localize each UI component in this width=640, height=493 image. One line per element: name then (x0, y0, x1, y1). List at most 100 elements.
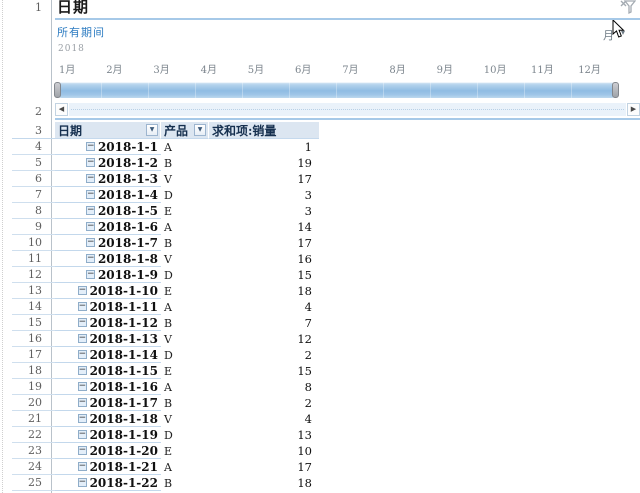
collapse-minus-icon[interactable]: − (77, 398, 87, 407)
collapse-minus-icon[interactable]: − (77, 286, 87, 295)
table-row[interactable]: − 2018-1-17 B 2 (12, 395, 319, 411)
collapse-minus-icon[interactable]: − (85, 270, 95, 279)
date-cell[interactable]: − 2018-1-20 (55, 443, 161, 459)
month-label[interactable]: 12月 (578, 61, 601, 76)
date-cell[interactable]: − 2018-1-9 (55, 267, 161, 283)
product-cell[interactable]: E (161, 283, 209, 299)
month-label[interactable]: 1月 (59, 61, 75, 76)
month-label[interactable]: 10月 (484, 61, 507, 76)
table-row[interactable]: − 2018-1-5 E 3 (12, 203, 319, 219)
product-cell[interactable]: D (161, 187, 209, 203)
product-cell[interactable]: B (161, 315, 209, 331)
date-cell[interactable]: − 2018-1-22 (55, 475, 161, 491)
table-row[interactable]: − 2018-1-10 E 18 (12, 283, 319, 299)
table-row[interactable]: − 2018-1-6 A 14 (12, 219, 319, 235)
date-cell[interactable]: − 2018-1-3 (55, 171, 161, 187)
date-cell[interactable]: − 2018-1-21 (55, 459, 161, 475)
filter-dropdown-icon[interactable]: ▼ (194, 124, 206, 136)
month-label[interactable]: 2月 (106, 61, 122, 76)
date-cell[interactable]: − 2018-1-11 (55, 299, 161, 315)
collapse-minus-icon[interactable]: − (77, 350, 87, 359)
collapse-minus-icon[interactable]: − (85, 190, 95, 199)
date-cell[interactable]: − 2018-1-6 (55, 219, 161, 235)
date-cell[interactable]: − 2018-1-5 (55, 203, 161, 219)
table-row[interactable]: − 2018-1-19 D 13 (12, 427, 319, 443)
date-cell[interactable]: − 2018-1-15 (55, 363, 161, 379)
collapse-minus-icon[interactable]: − (77, 302, 87, 311)
row-number[interactable]: 2 (0, 105, 42, 119)
product-cell[interactable]: V (161, 171, 209, 187)
table-row[interactable]: − 2018-1-20 E 10 (12, 443, 319, 459)
month-label[interactable]: 6月 (295, 61, 311, 76)
table-row[interactable]: − 2018-1-4 D 3 (12, 187, 319, 203)
month-label[interactable]: 8月 (389, 61, 405, 76)
product-cell[interactable]: A (161, 139, 209, 155)
table-row[interactable]: − 2018-1-8 V 16 (12, 251, 319, 267)
product-cell[interactable]: E (161, 203, 209, 219)
collapse-minus-icon[interactable]: − (85, 222, 95, 231)
clear-filter-icon[interactable] (620, 0, 636, 15)
date-cell[interactable]: − 2018-1-10 (55, 283, 161, 299)
collapse-minus-icon[interactable]: − (77, 382, 87, 391)
table-row[interactable]: − 2018-1-1 A 1 (12, 139, 319, 155)
product-cell[interactable]: D (161, 427, 209, 443)
collapse-minus-icon[interactable]: − (85, 158, 95, 167)
month-label[interactable]: 3月 (153, 61, 169, 76)
scroll-right-button[interactable]: ▶ (627, 103, 640, 116)
date-cell[interactable]: − 2018-1-7 (55, 235, 161, 251)
collapse-minus-icon[interactable]: − (85, 238, 95, 247)
scroll-left-button[interactable]: ◀ (55, 103, 68, 116)
collapse-minus-icon[interactable]: − (77, 366, 87, 375)
collapse-minus-icon[interactable]: − (77, 478, 87, 487)
table-row[interactable]: − 2018-1-9 D 15 (12, 267, 319, 283)
collapse-minus-icon[interactable]: − (85, 174, 95, 183)
table-row[interactable]: − 2018-1-14 D 2 (12, 347, 319, 363)
product-cell[interactable]: A (161, 299, 209, 315)
product-cell[interactable]: B (161, 395, 209, 411)
scrollbar-track[interactable] (69, 103, 626, 116)
product-cell[interactable]: B (161, 235, 209, 251)
table-row[interactable]: − 2018-1-11 A 4 (12, 299, 319, 315)
timeline-selection-bar[interactable] (54, 82, 619, 98)
product-cell[interactable]: A (161, 379, 209, 395)
collapse-minus-icon[interactable]: − (85, 206, 95, 215)
collapse-minus-icon[interactable]: − (77, 414, 87, 423)
date-cell[interactable]: − 2018-1-19 (55, 427, 161, 443)
product-cell[interactable]: E (161, 363, 209, 379)
collapse-minus-icon[interactable]: − (77, 334, 87, 343)
table-row[interactable]: − 2018-1-18 V 4 (12, 411, 319, 427)
filter-dropdown-icon[interactable]: ▼ (146, 124, 158, 136)
date-cell[interactable]: − 2018-1-17 (55, 395, 161, 411)
table-row[interactable]: − 2018-1-2 B 19 (12, 155, 319, 171)
table-row[interactable]: − 2018-1-21 A 17 (12, 459, 319, 475)
collapse-minus-icon[interactable]: − (77, 446, 87, 455)
collapse-minus-icon[interactable]: − (85, 142, 95, 151)
date-cell[interactable]: − 2018-1-18 (55, 411, 161, 427)
product-cell[interactable]: V (161, 251, 209, 267)
month-label[interactable]: 7月 (342, 61, 358, 76)
month-label[interactable]: 11月 (531, 61, 554, 76)
product-cell[interactable]: B (161, 155, 209, 171)
timeline-scrollbar[interactable]: ◀ ▶ (55, 103, 640, 116)
table-row[interactable]: − 2018-1-12 B 7 (12, 315, 319, 331)
collapse-minus-icon[interactable]: − (85, 254, 95, 263)
table-row[interactable]: − 2018-1-16 A 8 (12, 379, 319, 395)
date-cell[interactable]: − 2018-1-12 (55, 315, 161, 331)
date-cell[interactable]: − 2018-1-4 (55, 187, 161, 203)
selection-left-handle[interactable] (54, 82, 61, 98)
month-label[interactable]: 9月 (437, 61, 453, 76)
row-number[interactable]: 1 (0, 1, 42, 15)
date-cell[interactable]: − 2018-1-16 (55, 379, 161, 395)
date-cell[interactable]: − 2018-1-13 (55, 331, 161, 347)
month-label[interactable]: 5月 (248, 61, 264, 76)
product-cell[interactable]: A (161, 459, 209, 475)
table-row[interactable]: − 2018-1-3 V 17 (12, 171, 319, 187)
collapse-minus-icon[interactable]: − (77, 430, 87, 439)
product-cell[interactable]: V (161, 331, 209, 347)
product-cell[interactable]: E (161, 443, 209, 459)
selection-right-handle[interactable] (612, 82, 619, 98)
table-row[interactable]: − 2018-1-22 B 18 (12, 475, 319, 491)
date-cell[interactable]: − 2018-1-1 (55, 139, 161, 155)
table-row[interactable]: − 2018-1-7 B 17 (12, 235, 319, 251)
product-cell[interactable]: D (161, 267, 209, 283)
